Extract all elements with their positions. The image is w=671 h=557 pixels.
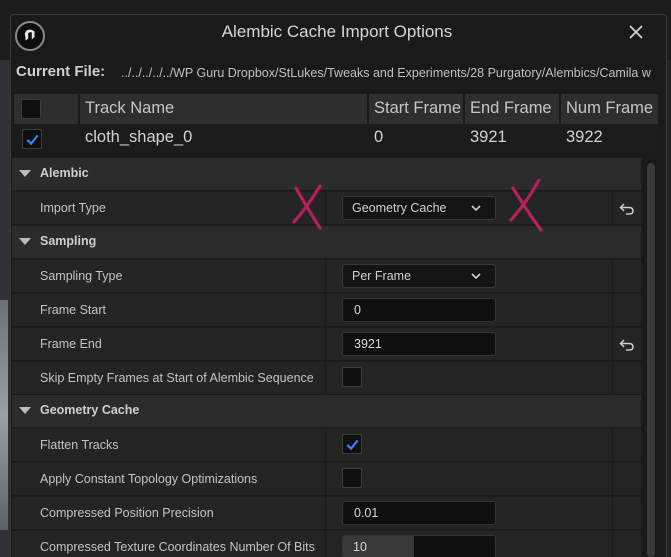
dropdown-value: Geometry Cache — [352, 201, 447, 215]
column-divider[interactable] — [325, 294, 326, 327]
num-frames-cell: 3922 — [566, 128, 603, 146]
collapse-arrow-icon[interactable] — [19, 170, 31, 177]
column-divider — [612, 531, 613, 557]
property-label: Compressed Texture Coordinates Number Of… — [40, 540, 315, 554]
property-label: Frame End — [40, 337, 102, 351]
unreal-engine-logo-icon — [15, 21, 45, 51]
start-frame-cell: 0 — [374, 128, 384, 146]
property-label: Skip Empty Frames at Start of Alembic Se… — [40, 371, 314, 385]
column-header-track-name[interactable]: Track Name — [80, 94, 368, 124]
column-divider — [612, 294, 613, 327]
select-all-checkbox[interactable] — [21, 99, 41, 119]
column-divider — [612, 429, 613, 462]
constant-topology-checkbox[interactable] — [342, 468, 362, 488]
collapse-arrow-icon[interactable] — [19, 407, 31, 414]
frame-end-input[interactable]: 3921 — [342, 332, 496, 356]
column-divider — [612, 192, 613, 225]
slider-value: 10 — [353, 540, 367, 554]
property-row-position-precision: Compressed Position Precision 0.01 — [12, 497, 641, 530]
dropdown-value: Per Frame — [352, 269, 412, 283]
column-divider — [612, 362, 613, 395]
frame-start-input[interactable]: 0 — [342, 298, 496, 322]
property-row-frame-start: Frame Start 0 — [12, 294, 641, 327]
collapse-arrow-icon[interactable] — [19, 238, 31, 245]
background-window-highlight — [0, 300, 8, 530]
category-label: Geometry Cache — [40, 403, 140, 417]
annotation-x-mark — [509, 178, 543, 232]
column-divider — [612, 260, 613, 293]
column-divider[interactable] — [325, 531, 326, 557]
property-label: Frame Start — [40, 303, 106, 317]
column-divider[interactable] — [325, 429, 326, 462]
track-name-cell: cloth_shape_0 — [85, 128, 193, 146]
column-header-start-frame[interactable]: Start Frame — [369, 94, 464, 124]
checkmark-icon — [26, 134, 39, 145]
table-row-checkbox-cell[interactable] — [20, 125, 50, 153]
close-icon[interactable] — [620, 18, 652, 46]
property-label: Apply Constant Topology Optimizations — [40, 472, 258, 486]
column-divider[interactable] — [325, 260, 326, 293]
property-row-frame-end: Frame End 3921 — [12, 328, 641, 361]
column-header-end-frame[interactable]: End Frame — [465, 94, 560, 124]
property-row-flatten-tracks: Flatten Tracks — [12, 429, 641, 462]
property-row-texcoord-bits: Compressed Texture Coordinates Number Of… — [12, 531, 641, 557]
column-divider[interactable] — [325, 463, 326, 496]
current-file-label: Current File: — [16, 63, 106, 80]
end-frame-cell: 3921 — [470, 128, 507, 146]
window-title: Alembic Cache Import Options — [221, 22, 453, 41]
checkmark-icon — [346, 439, 359, 450]
property-row-skip-empty-frames: Skip Empty Frames at Start of Alembic Se… — [12, 362, 641, 395]
scrollbar-thumb[interactable] — [647, 163, 655, 557]
column-divider[interactable] — [325, 497, 326, 530]
texcoord-bits-slider[interactable]: 10 — [342, 535, 496, 557]
property-label: Compressed Position Precision — [40, 506, 214, 520]
column-divider — [612, 463, 613, 496]
column-divider — [612, 497, 613, 530]
track-checkbox[interactable] — [22, 129, 42, 149]
property-label: Import Type — [40, 201, 106, 215]
category-geometry-cache[interactable]: Geometry Cache — [12, 395, 641, 428]
category-label: Sampling — [40, 234, 97, 248]
position-precision-input[interactable]: 0.01 — [342, 501, 496, 525]
select-all-header[interactable] — [14, 94, 79, 124]
track-table: Track Name Start Frame End Frame Num Fra… — [14, 94, 658, 153]
flatten-tracks-checkbox[interactable] — [342, 434, 362, 454]
property-label: Sampling Type — [40, 269, 123, 283]
reset-to-default-icon[interactable] — [618, 336, 636, 354]
column-divider — [612, 328, 613, 361]
property-row-sampling-type: Sampling Type Per Frame — [12, 260, 641, 293]
skip-empty-frames-checkbox[interactable] — [342, 367, 362, 387]
reset-to-default-icon[interactable] — [618, 200, 636, 218]
current-file-path: ../../../../../WP Guru Dropbox/StLukes/T… — [121, 66, 651, 80]
property-label: Flatten Tracks — [40, 438, 119, 452]
property-row-constant-topology: Apply Constant Topology Optimizations — [12, 463, 641, 496]
import-type-dropdown[interactable]: Geometry Cache — [342, 196, 496, 220]
column-divider[interactable] — [325, 328, 326, 361]
column-divider[interactable] — [325, 362, 326, 395]
annotation-x-mark — [292, 184, 322, 230]
sampling-type-dropdown[interactable]: Per Frame — [342, 264, 496, 288]
chevron-down-icon — [471, 205, 481, 212]
column-header-num-frames[interactable]: Num Frame — [561, 94, 658, 124]
chevron-down-icon — [471, 273, 481, 280]
category-label: Alembic — [40, 166, 89, 180]
